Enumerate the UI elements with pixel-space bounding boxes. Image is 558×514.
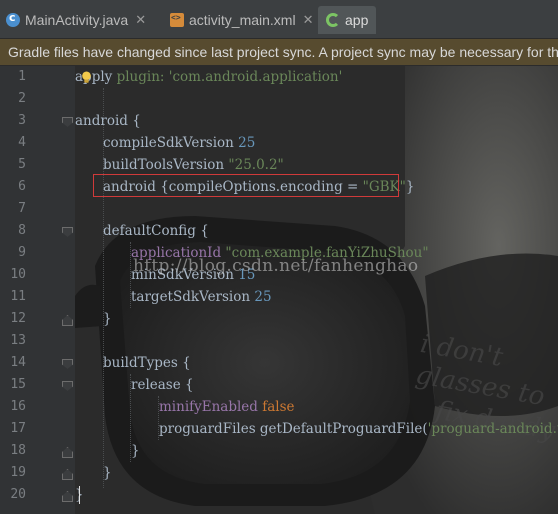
xml-layout-icon [170, 13, 184, 27]
code-editor[interactable]: i don't glasses to fix dandy 1 apply plu… [0, 66, 558, 514]
tab-label: MainActivity.java [25, 12, 129, 28]
fold-marker-icon[interactable] [62, 447, 73, 458]
code-line: 20 } [0, 484, 558, 506]
code-line: 8 defaultConfig { [0, 220, 558, 242]
line-number: 19 [10, 465, 26, 480]
code-line: 16 minifyEnabled false [0, 396, 558, 418]
fold-marker-icon[interactable] [62, 117, 73, 127]
line-number: 9 [18, 245, 26, 260]
line-number: 15 [10, 377, 26, 392]
text-cursor [79, 486, 80, 504]
line-text: targetSdkVersion 25 [131, 289, 272, 305]
code-line: 2 [0, 88, 558, 110]
code-line: 7 [0, 198, 558, 220]
fold-marker-icon[interactable] [62, 469, 73, 480]
line-number: 4 [18, 135, 26, 150]
line-text: } [103, 311, 112, 327]
line-number: 8 [18, 223, 26, 238]
fold-marker-icon[interactable] [62, 381, 73, 391]
lightbulb-icon[interactable] [81, 71, 92, 84]
code-line: 5 buildToolsVersion "25.0.2" [0, 154, 558, 176]
gradle-sync-banner: Gradle files have changed since last pro… [0, 39, 558, 65]
line-number: 7 [18, 201, 26, 216]
tab-app-gradle[interactable]: app [318, 6, 377, 34]
fold-marker-icon[interactable] [62, 227, 73, 237]
code-line: 11 targetSdkVersion 25 [0, 286, 558, 308]
tab-label: app [345, 12, 369, 28]
line-text: defaultConfig { [103, 223, 209, 239]
fold-marker-icon[interactable] [62, 359, 73, 369]
watermark-text: http://blog.csdn.net/fanhenghao [133, 256, 419, 276]
line-text: buildTypes { [103, 355, 191, 371]
line-number: 11 [10, 289, 26, 304]
line-number: 3 [18, 113, 26, 128]
fold-marker-icon[interactable] [62, 315, 73, 326]
line-number: 1 [18, 69, 26, 84]
line-text: minifyEnabled false [159, 399, 295, 415]
code-line: 18 } [0, 440, 558, 462]
code-line: 13 [0, 330, 558, 352]
code-line: 14 buildTypes { [0, 352, 558, 374]
code-line: 15 release { [0, 374, 558, 396]
line-text: } [131, 443, 140, 459]
line-number: 16 [10, 399, 26, 414]
tab-activity-main-xml[interactable]: activity_main.xml ✕ [170, 8, 314, 32]
line-text: compileSdkVersion 25 [103, 135, 256, 151]
line-text: proguardFiles getDefaultProguardFile('pr… [159, 421, 558, 437]
highlight-box [93, 174, 399, 197]
line-text: buildToolsVersion "25.0.2" [103, 157, 284, 173]
tab-mainactivity-java[interactable]: MainActivity.java ✕ [6, 8, 146, 32]
line-number: 20 [10, 487, 26, 502]
code-line: 17 proguardFiles getDefaultProguardFile(… [0, 418, 558, 440]
code-line: 19 } [0, 462, 558, 484]
close-icon[interactable]: ✕ [135, 13, 146, 28]
line-text: } [103, 465, 112, 481]
gradle-icon [326, 13, 340, 27]
line-number: 18 [10, 443, 26, 458]
fold-marker-icon[interactable] [62, 491, 73, 502]
editor-tab-bar: MainActivity.java ✕ activity_main.xml ✕ … [0, 0, 558, 39]
line-text: release { [131, 377, 194, 393]
line-number: 17 [10, 421, 26, 436]
line-number: 5 [18, 157, 26, 172]
java-class-icon [6, 11, 20, 27]
code-line: 3 android { [0, 110, 558, 132]
close-icon[interactable]: ✕ [303, 13, 314, 28]
line-number: 12 [10, 311, 26, 326]
banner-text: Gradle files have changed since last pro… [8, 44, 558, 60]
line-number: 2 [18, 91, 26, 106]
code-line: 4 compileSdkVersion 25 [0, 132, 558, 154]
line-number: 14 [10, 355, 26, 370]
line-number: 10 [10, 267, 26, 282]
code-line: 12 } [0, 308, 558, 330]
tab-label: activity_main.xml [189, 12, 296, 28]
line-text: apply plugin: 'com.android.application' [75, 69, 343, 85]
line-number: 6 [18, 179, 26, 194]
line-text: android { [75, 113, 141, 129]
line-number: 13 [10, 333, 26, 348]
